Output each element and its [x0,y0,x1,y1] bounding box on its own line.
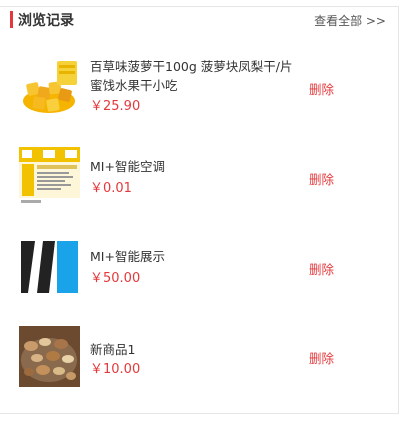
history-item[interactable]: MI+智能展示 ￥50.00 删除 [0,237,399,307]
product-price: ￥0.01 [90,181,132,196]
delete-button[interactable]: 删除 [309,169,334,188]
product-price: ￥25.90 [90,99,141,114]
product-price: ￥10.00 [90,362,141,377]
history-item[interactable]: 新商品1 ￥10.00 删除 [0,326,399,396]
delete-button[interactable]: 删除 [309,348,334,367]
dried-pineapple-image [19,57,80,118]
history-item[interactable]: MI+智能空调 ￥0.01 删除 [0,147,399,217]
product-name[interactable]: 百草味菠萝干100g 菠萝块凤梨干/片蜜饯水果干小吃 [90,57,300,95]
delete-button[interactable]: 删除 [309,259,334,278]
view-all-link[interactable]: 查看全部 >> [314,12,386,29]
product-price: ￥50.00 [90,271,141,286]
history-item[interactable]: 百草味菠萝干100g 菠萝块凤梨干/片蜜饯水果干小吃 ￥25.90 删除 [0,57,399,127]
history-header: 浏览记录 查看全部 >> [0,7,399,33]
mixed-nuts-image [19,326,80,387]
product-thumbnail[interactable] [19,147,80,208]
product-name[interactable]: MI+智能展示 [90,247,300,266]
product-thumbnail[interactable] [19,237,80,298]
product-label-image [19,147,80,208]
product-thumbnail[interactable] [19,326,80,387]
product-thumbnail[interactable] [19,57,80,118]
product-name[interactable]: MI+智能空调 [90,157,300,176]
mi-logo-image [19,237,80,298]
delete-button[interactable]: 删除 [309,79,334,98]
product-name[interactable]: 新商品1 [90,340,300,359]
history-title: 浏览记录 [18,13,74,29]
header-accent-bar [10,11,13,28]
